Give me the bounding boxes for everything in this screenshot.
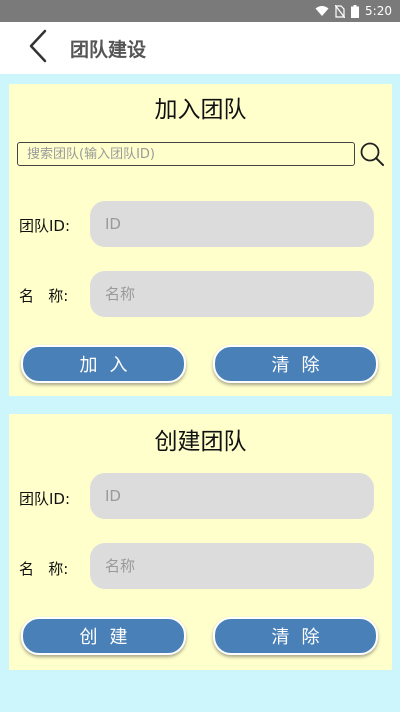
join-team-id-input[interactable] <box>90 201 374 247</box>
back-button[interactable] <box>16 26 60 70</box>
team-search-input[interactable] <box>17 142 355 166</box>
join-button[interactable]: 加入 <box>21 345 186 383</box>
create-team-id-input[interactable] <box>90 473 374 519</box>
join-name-label: 名 称: <box>19 287 69 305</box>
join-team-id-label: 团队ID: <box>19 217 71 235</box>
create-team-panel: 创建团队 团队ID: 名 称: 创建 清除 <box>9 414 392 670</box>
app-bar: 团队建设 <box>0 22 400 74</box>
status-bar: 5:20 <box>0 0 400 22</box>
join-name-input[interactable] <box>90 271 374 317</box>
no-sim-icon <box>335 4 346 18</box>
status-time: 5:20 <box>365 4 392 18</box>
join-team-panel: 加入团队 团队ID: 名 称: 加入 清除 <box>9 84 392 396</box>
create-button[interactable]: 创建 <box>21 617 186 655</box>
create-team-id-label: 团队ID: <box>19 490 71 508</box>
chevron-left-icon <box>28 29 48 67</box>
create-name-label: 名 称: <box>19 560 69 578</box>
wifi-icon <box>315 5 329 17</box>
create-name-input[interactable] <box>90 543 374 589</box>
create-clear-button[interactable]: 清除 <box>213 617 378 655</box>
search-icon[interactable] <box>359 141 385 167</box>
join-clear-button[interactable]: 清除 <box>213 345 378 383</box>
create-team-title: 创建团队 <box>154 429 247 455</box>
battery-icon <box>351 4 360 18</box>
page-title: 团队建设 <box>70 38 147 61</box>
join-team-title: 加入团队 <box>154 97 247 123</box>
